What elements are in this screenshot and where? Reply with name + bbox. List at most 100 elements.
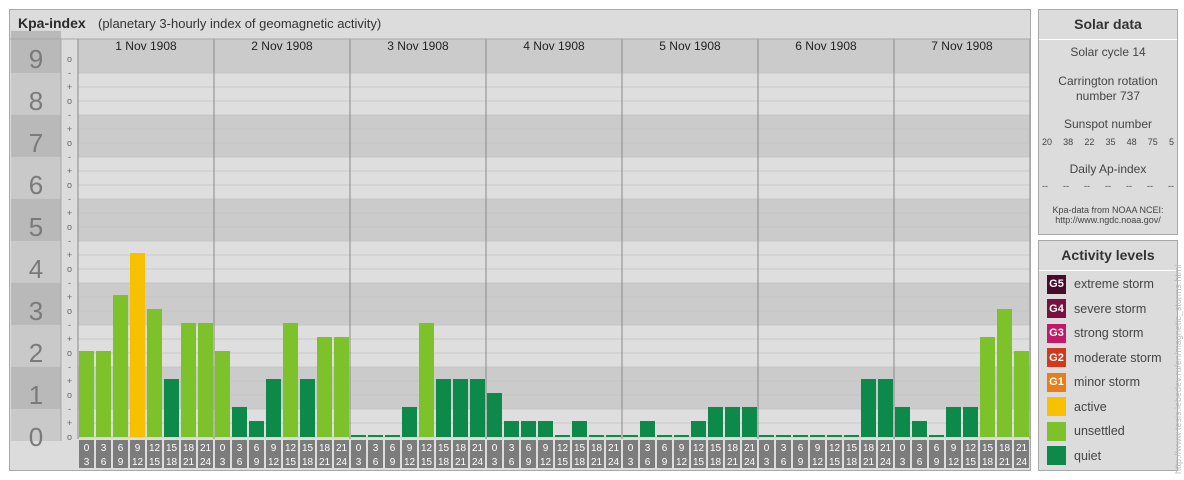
hour-end-label: 15 (693, 457, 705, 468)
y-minor-tick-label: + (67, 250, 72, 260)
kp-bar (368, 435, 383, 437)
ap-value: -- (1168, 181, 1174, 191)
kp-bar (946, 406, 961, 437)
ap-index-title: Daily Ap-index (1069, 162, 1147, 176)
hour-end-label: 24 (472, 457, 484, 468)
hour-start-label: 12 (965, 443, 977, 454)
solar-cycle: Solar cycle 14 (1070, 45, 1146, 59)
y-minor-tick-label: + (67, 124, 72, 134)
y-minor-tick-label: o (67, 348, 72, 358)
hour-end-label: 3 (492, 457, 498, 468)
hour-start-label: 3 (917, 443, 923, 454)
solar-data-title: Solar data (1039, 10, 1177, 40)
hour-start-label: 6 (934, 443, 940, 454)
y-tick-label: 8 (29, 86, 43, 116)
hour-end-label: 15 (149, 457, 161, 468)
activity-level-item: G5 extreme storm (1047, 274, 1154, 294)
hour-end-label: 3 (356, 457, 362, 468)
day-label: 7 Nov 1908 (931, 39, 993, 53)
day-label: 5 Nov 1908 (659, 39, 721, 53)
kp-bar (402, 406, 417, 437)
activity-level-item: active (1047, 397, 1107, 417)
kp-bar (521, 421, 536, 437)
y-minor-tick-label: o (67, 222, 72, 232)
hour-start-label: 9 (407, 443, 413, 454)
y-tick-label: 4 (29, 254, 43, 284)
hour-end-label: 6 (645, 457, 651, 468)
hour-start-label: 18 (455, 443, 467, 454)
y-minor-tick-label: - (68, 68, 71, 78)
kp-bar (912, 421, 927, 437)
kp-bar (810, 435, 825, 437)
kp-bar (759, 435, 774, 437)
y-tick-label: 7 (29, 128, 43, 158)
kp-bar (215, 351, 230, 437)
y-minor-tick-label: - (68, 278, 71, 288)
kp-bar (742, 406, 757, 437)
kp-bar (79, 351, 94, 437)
level-label: unsettled (1074, 424, 1125, 438)
level-color-swatch: G1 (1047, 372, 1066, 392)
hour-start-label: 15 (574, 443, 586, 454)
hour-end-label: 12 (404, 457, 416, 468)
hour-end-label: 12 (132, 457, 144, 468)
level-label: strong storm (1074, 326, 1144, 340)
sunspot-value: 20 (1042, 137, 1053, 147)
hour-end-label: 24 (336, 457, 348, 468)
hour-start-label: 21 (608, 443, 620, 454)
hour-end-label: 12 (948, 457, 960, 468)
kp-bar (385, 435, 400, 437)
activity-level-item: quiet (1047, 446, 1101, 466)
sunspot-value: 48 (1126, 137, 1137, 147)
kp-bar (606, 435, 621, 437)
hour-end-label: 21 (183, 457, 195, 468)
hour-start-label: 0 (628, 443, 634, 454)
kp-bar (266, 379, 281, 437)
hour-end-label: 9 (934, 457, 940, 468)
hour-start-label: 9 (951, 443, 957, 454)
hour-end-label: 3 (628, 457, 634, 468)
kp-bar (164, 379, 179, 437)
hour-start-label: 12 (421, 443, 433, 454)
hour-start-label: 3 (645, 443, 651, 454)
kp-bar (334, 337, 349, 437)
kp-bar (555, 435, 570, 437)
y-minor-tick-label: o (67, 306, 72, 316)
hour-end-label: 24 (1016, 457, 1028, 468)
level-label: active (1074, 399, 1107, 414)
hour-end-label: 12 (268, 457, 280, 468)
kp-bar (657, 435, 672, 437)
kp-bar (130, 253, 145, 437)
hour-start-label: 6 (662, 443, 668, 454)
sunspot-title: Sunspot number (1063, 117, 1153, 131)
day-label: 3 Nov 1908 (387, 39, 449, 53)
data-source-url: http://www.ngdc.noaa.gov/ (1055, 215, 1161, 225)
y-minor-tick-label: o (67, 96, 72, 106)
kp-bar (351, 435, 366, 437)
y-tick-label: 5 (29, 212, 43, 242)
hour-start-label: 6 (526, 443, 532, 454)
kp-bar (827, 435, 842, 437)
kp-bar (776, 435, 791, 437)
y-tick-label: 1 (29, 380, 43, 410)
hour-end-label: 3 (764, 457, 770, 468)
kp-bar (963, 406, 978, 437)
y-tick-label: 6 (29, 170, 43, 200)
hour-start-label: 18 (863, 443, 875, 454)
hour-start-label: 0 (492, 443, 498, 454)
activity-level-item: G4 severe storm (1047, 299, 1146, 319)
activity-levels-panel: Activity levels G5 extreme storm G4 severe … (1038, 240, 1178, 471)
level-label: moderate storm (1074, 350, 1162, 365)
solar-data-panel: Solar data Solar cycle 14 Carrington rot… (1038, 9, 1178, 235)
hour-end-label: 21 (591, 457, 603, 468)
hour-end-label: 9 (118, 457, 124, 468)
hour-start-label: 3 (373, 443, 379, 454)
hour-start-label: 18 (591, 443, 603, 454)
carrington-number: number 737 (1075, 89, 1141, 103)
hour-start-label: 15 (302, 443, 314, 454)
hour-start-label: 6 (118, 443, 124, 454)
level-color-swatch: G3 (1047, 323, 1066, 343)
hour-end-label: 21 (863, 457, 875, 468)
hour-start-label: 15 (166, 443, 178, 454)
hour-start-label: 3 (101, 443, 107, 454)
